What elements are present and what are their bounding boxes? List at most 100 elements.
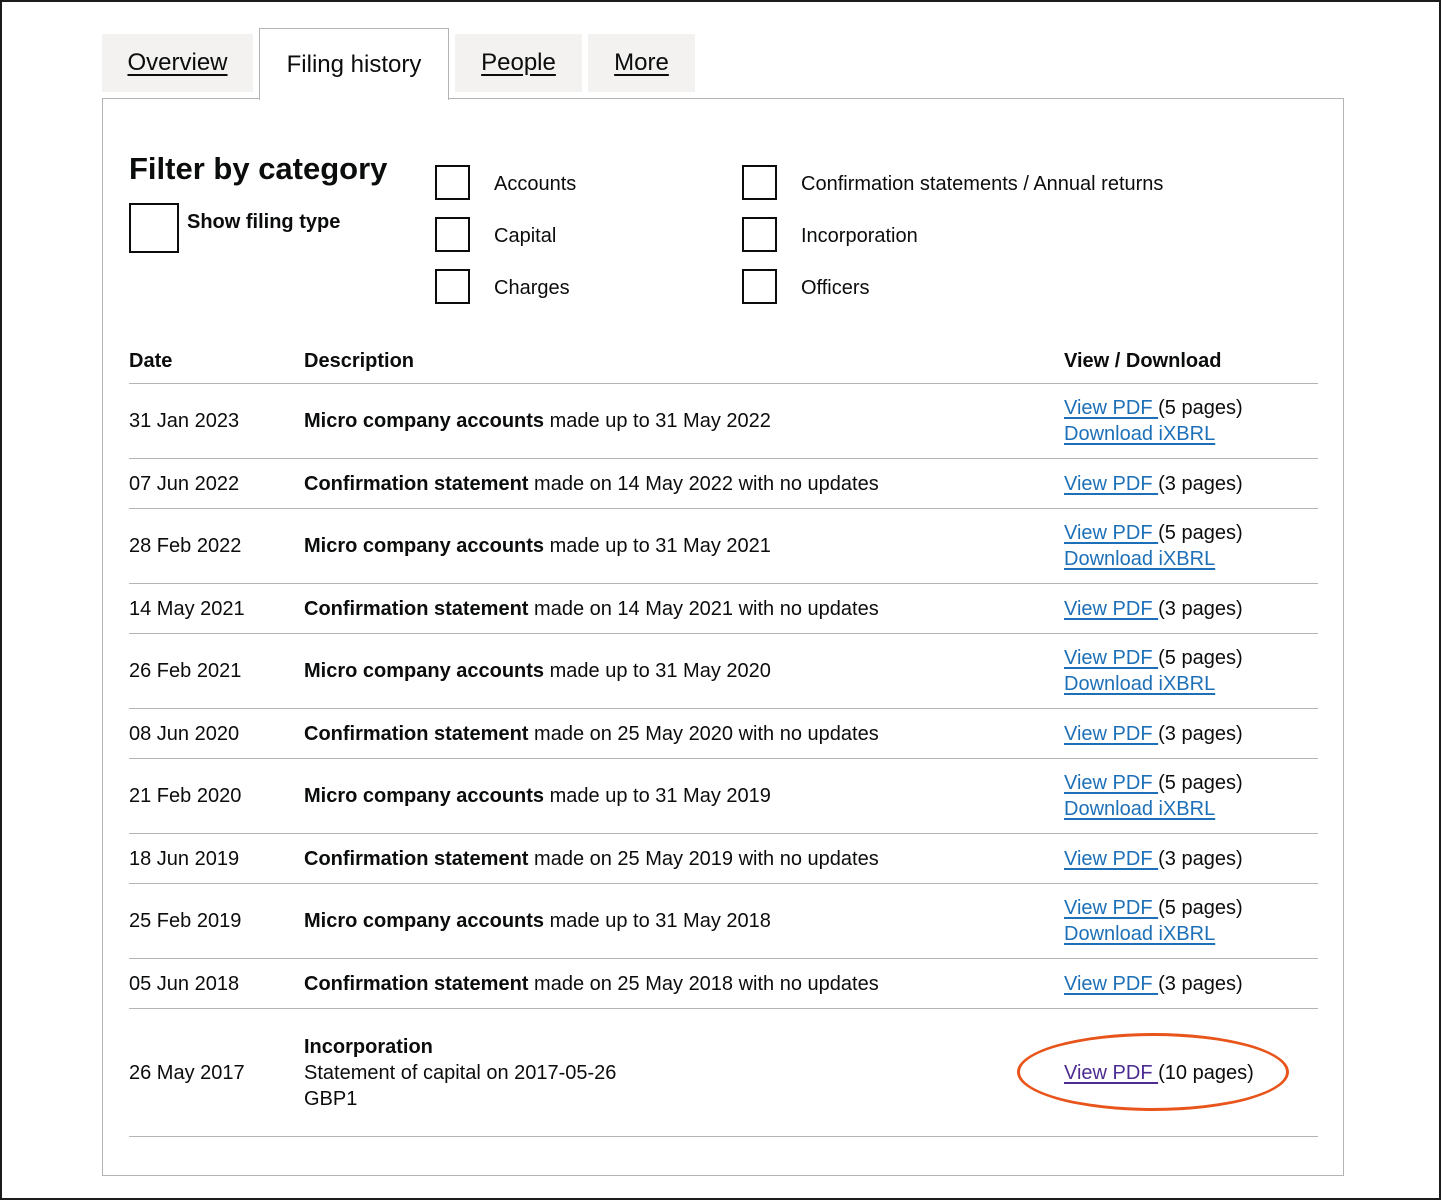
view-pdf-link[interactable]: View PDF <box>1064 473 1158 495</box>
filing-actions: View PDF (5 pages) Download iXBRL <box>1064 383 1318 459</box>
page-count: (3 pages) <box>1158 722 1243 745</box>
filing-date: 28 Feb 2022 <box>129 508 304 584</box>
tab-people[interactable]: People <box>455 34 582 92</box>
category-officers-checkbox[interactable] <box>742 269 777 304</box>
category-confirmation-checkbox[interactable] <box>742 165 777 200</box>
filing-date: 14 May 2021 <box>129 583 304 634</box>
filing-detail: made up to 31 May 2020 <box>549 660 771 682</box>
category-confirmation-label: Confirmation statements / Annual returns <box>801 173 1164 195</box>
table-row: 26 May 2017 Incorporation Statement of ca… <box>129 1008 1318 1137</box>
page-count: (5 pages) <box>1158 772 1243 794</box>
filing-date: 05 Jun 2018 <box>129 958 304 1009</box>
filing-type: Confirmation statement <box>304 972 529 995</box>
filing-date: 31 Jan 2023 <box>129 383 304 459</box>
filing-detail: made on 14 May 2022 with no updates <box>534 472 879 495</box>
view-pdf-link[interactable]: View PDF <box>1064 647 1158 669</box>
filing-description: Confirmation statement made on 25 May 20… <box>304 708 1064 759</box>
filing-type: Confirmation statement <box>304 847 529 870</box>
filing-actions: View PDF (5 pages) Download iXBRL <box>1064 508 1318 584</box>
header-description: Description <box>304 339 1064 384</box>
filing-detail: made on 14 May 2021 with no updates <box>534 597 879 620</box>
filing-actions: View PDF (3 pages) <box>1064 833 1318 884</box>
page-count: (5 pages) <box>1158 397 1243 419</box>
download-ixbrl-link[interactable]: Download iXBRL <box>1064 548 1215 570</box>
table-row: 21 Feb 2020 Micro company accounts made … <box>129 758 1318 834</box>
filing-detail: made on 25 May 2019 with no updates <box>534 847 879 870</box>
tab-overview[interactable]: Overview <box>102 34 253 92</box>
filing-type: Micro company accounts <box>304 785 545 807</box>
table-row: 14 May 2021 Confirmation statement made … <box>129 583 1318 634</box>
tab-filing-history[interactable]: Filing history <box>259 28 449 100</box>
filing-actions: View PDF (3 pages) <box>1064 708 1318 759</box>
download-ixbrl-link[interactable]: Download iXBRL <box>1064 798 1215 820</box>
category-accounts-checkbox[interactable] <box>435 165 470 200</box>
tab-more[interactable]: More <box>588 34 695 92</box>
filing-detail: made up to 31 May 2019 <box>549 785 771 807</box>
filing-date: 18 Jun 2019 <box>129 833 304 884</box>
download-ixbrl-link[interactable]: Download iXBRL <box>1064 423 1215 445</box>
table-row: 28 Feb 2022 Micro company accounts made … <box>129 508 1318 584</box>
download-ixbrl-link[interactable]: Download iXBRL <box>1064 923 1215 945</box>
filing-type: Confirmation statement <box>304 722 529 745</box>
view-pdf-link[interactable]: View PDF <box>1064 848 1158 870</box>
filing-history-table: Date Description View / Download 31 Jan … <box>129 339 1318 1137</box>
page-count: (5 pages) <box>1158 522 1243 544</box>
filing-date: 26 May 2017 <box>129 1008 304 1137</box>
category-accounts-label: Accounts <box>494 173 577 195</box>
filing-detail: made up to 31 May 2018 <box>549 910 771 932</box>
filing-description: Micro company accounts made up to 31 May… <box>304 883 1064 959</box>
filing-actions: View PDF (5 pages) Download iXBRL <box>1064 758 1318 834</box>
filing-description: Confirmation statement made on 14 May 20… <box>304 583 1064 634</box>
filing-date: 25 Feb 2019 <box>129 883 304 959</box>
filing-description: Micro company accounts made up to 31 May… <box>304 508 1064 584</box>
filing-description: Confirmation statement made on 14 May 20… <box>304 458 1064 509</box>
filing-description: Confirmation statement made on 25 May 20… <box>304 833 1064 884</box>
show-filing-type-checkbox[interactable] <box>129 203 179 253</box>
filing-description: Confirmation statement made on 25 May 20… <box>304 958 1064 1009</box>
view-pdf-link[interactable]: View PDF <box>1064 897 1158 919</box>
filing-history-panel: Filter by category Show filing type Acco… <box>102 98 1344 1176</box>
filing-date: 08 Jun 2020 <box>129 708 304 759</box>
table-row: 26 Feb 2021 Micro company accounts made … <box>129 633 1318 709</box>
filing-actions: View PDF (5 pages) Download iXBRL <box>1064 633 1318 709</box>
filing-date: 07 Jun 2022 <box>129 458 304 509</box>
table-row: 18 Jun 2019 Confirmation statement made … <box>129 833 1318 884</box>
table-row: 07 Jun 2022 Confirmation statement made … <box>129 458 1318 509</box>
view-pdf-link[interactable]: View PDF <box>1064 973 1158 995</box>
category-capital-checkbox[interactable] <box>435 217 470 252</box>
view-pdf-link[interactable]: View PDF <box>1064 723 1158 745</box>
page-count: (5 pages) <box>1158 647 1243 669</box>
filing-detail: made up to 31 May 2021 <box>549 535 771 557</box>
table-row: 05 Jun 2018 Confirmation statement made … <box>129 958 1318 1009</box>
filing-actions: View PDF (3 pages) <box>1064 583 1318 634</box>
category-officers-label: Officers <box>801 277 870 299</box>
category-incorporation-checkbox[interactable] <box>742 217 777 252</box>
table-row: 25 Feb 2019 Micro company accounts made … <box>129 883 1318 959</box>
page-count: (5 pages) <box>1158 897 1243 919</box>
filing-detail: made on 25 May 2018 with no updates <box>534 972 879 995</box>
view-pdf-link[interactable]: View PDF <box>1064 598 1158 620</box>
page-count: (3 pages) <box>1158 597 1243 620</box>
filing-detail: Statement of capital on 2017-05-26 <box>304 1061 617 1084</box>
table-row: 31 Jan 2023 Micro company accounts made … <box>129 383 1318 459</box>
download-ixbrl-link[interactable]: Download iXBRL <box>1064 673 1215 695</box>
page-count: (10 pages) <box>1158 1061 1254 1084</box>
filing-description: Micro company accounts made up to 31 May… <box>304 758 1064 834</box>
filing-date: 26 Feb 2021 <box>129 633 304 709</box>
header-view-download: View / Download <box>1064 339 1318 384</box>
filing-actions: View PDF (10 pages) <box>1064 1008 1318 1137</box>
view-pdf-link[interactable]: View PDF <box>1064 1062 1158 1084</box>
filing-description: Micro company accounts made up to 31 May… <box>304 383 1064 459</box>
header-date: Date <box>129 339 304 384</box>
show-filing-type-label: Show filing type <box>187 211 341 233</box>
view-pdf-link[interactable]: View PDF <box>1064 772 1158 794</box>
view-pdf-link[interactable]: View PDF <box>1064 522 1158 544</box>
category-charges-checkbox[interactable] <box>435 269 470 304</box>
filing-actions: View PDF (3 pages) <box>1064 958 1318 1009</box>
view-pdf-link[interactable]: View PDF <box>1064 397 1158 419</box>
page-count: (3 pages) <box>1158 847 1243 870</box>
filing-type: Micro company accounts <box>304 660 545 682</box>
filing-type: Micro company accounts <box>304 910 545 932</box>
filing-type: Micro company accounts <box>304 410 545 432</box>
table-row: 08 Jun 2020 Confirmation statement made … <box>129 708 1318 759</box>
